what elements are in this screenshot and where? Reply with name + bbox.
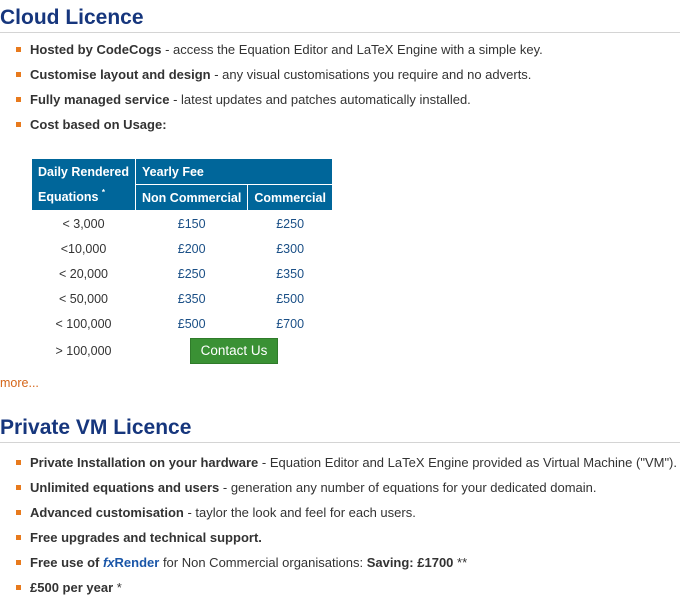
list-item: Private Installation on your hardware - … xyxy=(0,453,680,478)
table-row: > 100,000 Contact Us xyxy=(32,336,333,366)
header-daily-rendered: Daily Rendered xyxy=(30,158,137,185)
list-item: £500 per year * xyxy=(0,578,680,603)
table-row: < 50,000 £350 £500 xyxy=(59,291,305,306)
list-item: Free upgrades and technical support. xyxy=(0,528,680,553)
contact-us-button[interactable]: Contact Us xyxy=(189,338,278,364)
header-non-commercial: Non Commercial xyxy=(135,184,249,211)
bullet-icon xyxy=(16,47,21,52)
list-item: Fully managed service - latest updates a… xyxy=(0,90,680,115)
bullet-icon xyxy=(16,460,21,465)
header-commercial: Commercial xyxy=(247,184,333,211)
list-item: Hosted by CodeCogs - access the Equation… xyxy=(0,40,680,65)
private-feature-list: Private Installation on your hardware - … xyxy=(0,453,680,603)
table-row: <10,000 £200 £300 xyxy=(60,241,305,256)
table-row: < 20,000 £250 £350 xyxy=(59,266,305,281)
bullet-icon xyxy=(16,510,21,515)
more-link[interactable]: more... xyxy=(0,376,39,390)
header-yearly-fee: Yearly Fee xyxy=(135,158,333,185)
list-item: Cost based on Usage: xyxy=(0,115,680,140)
table-row: < 3,000 £150 £250 xyxy=(62,216,305,231)
list-item: Free use of fxRender for Non Commercial … xyxy=(0,553,680,578)
bullet-icon xyxy=(16,122,21,127)
pricing-table: Daily Rendered Yearly Fee Equations * No… xyxy=(30,158,333,366)
bullet-icon xyxy=(16,97,21,102)
header-equations: Equations * xyxy=(30,184,137,211)
private-vm-licence-title: Private VM Licence xyxy=(0,416,680,443)
bullet-icon xyxy=(16,585,21,590)
bullet-icon xyxy=(16,485,21,490)
table-row: < 100,000 £500 £700 xyxy=(55,316,305,331)
bullet-icon xyxy=(16,72,21,77)
cloud-licence-title: Cloud Licence xyxy=(0,6,680,33)
list-item: Advanced customisation - taylor the look… xyxy=(0,503,680,528)
asterisk-mark: * xyxy=(101,188,106,198)
bullet-icon xyxy=(16,560,21,565)
list-item: Unlimited equations and users - generati… xyxy=(0,478,680,503)
fxrender-link[interactable]: fxRender xyxy=(103,555,159,570)
list-item: Customise layout and design - any visual… xyxy=(0,65,680,90)
bullet-icon xyxy=(16,535,21,540)
cloud-feature-list: Hosted by CodeCogs - access the Equation… xyxy=(0,40,680,140)
